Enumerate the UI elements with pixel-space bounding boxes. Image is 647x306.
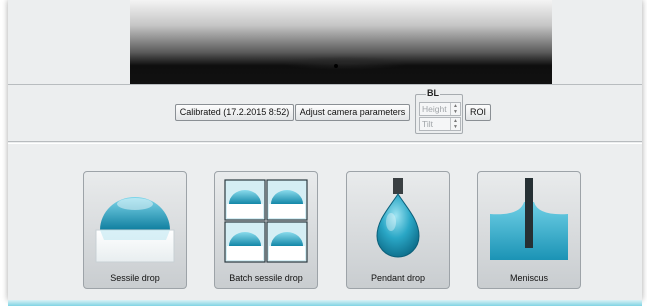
toolbar-divider [8, 141, 642, 142]
meniscus-label: Meniscus [509, 273, 548, 283]
pendant-drop-button[interactable]: Pendant drop [346, 171, 450, 289]
sessile-drop-label: Sessile drop [110, 273, 160, 283]
baseline-height-label: Height [422, 104, 447, 114]
camera-preview [130, 0, 552, 84]
height-spin-arrows[interactable]: ▲ ▼ [450, 103, 460, 115]
spin-down-icon[interactable]: ▼ [451, 124, 460, 130]
batch-sessile-drop-label: Batch sessile drop [229, 273, 303, 283]
meniscus-button[interactable]: Meniscus [477, 171, 581, 289]
drop-shadow-region [280, 56, 410, 70]
sessile-drop-icon [95, 197, 175, 263]
meniscus-icon [490, 178, 568, 260]
calibrated-button[interactable]: Calibrated (17.2.2015 8:52) [175, 104, 294, 121]
pendant-drop-icon [376, 178, 420, 258]
tilt-spin-arrows[interactable]: ▲ ▼ [450, 118, 460, 130]
baseline-group-title: BL [426, 88, 440, 99]
sessile-drop-button[interactable]: Sessile drop [83, 171, 187, 289]
needle-tip-marker [334, 64, 338, 68]
pendant-drop-label: Pendant drop [370, 273, 426, 283]
roi-button[interactable]: ROI [465, 104, 491, 121]
adjust-camera-parameters-button[interactable]: Adjust camera parameters [295, 104, 410, 121]
batch-sessile-drop-icon [224, 179, 308, 263]
bottom-accent-strip [8, 300, 642, 306]
app-window: Calibrated (17.2.2015 8:52) Adjust camer… [8, 0, 642, 300]
preview-divider [8, 84, 642, 85]
baseline-tilt-spinbox[interactable]: Tilt ▲ ▼ [419, 117, 461, 131]
baseline-tilt-label: Tilt [422, 119, 434, 129]
batch-sessile-drop-button[interactable]: Batch sessile drop [214, 171, 318, 289]
baseline-height-spinbox[interactable]: Height ▲ ▼ [419, 102, 461, 116]
baseline-group: BL Height ▲ ▼ Tilt ▲ ▼ [415, 88, 463, 134]
spin-down-icon[interactable]: ▼ [451, 109, 460, 115]
toolbar-divider-highlight [8, 143, 642, 144]
